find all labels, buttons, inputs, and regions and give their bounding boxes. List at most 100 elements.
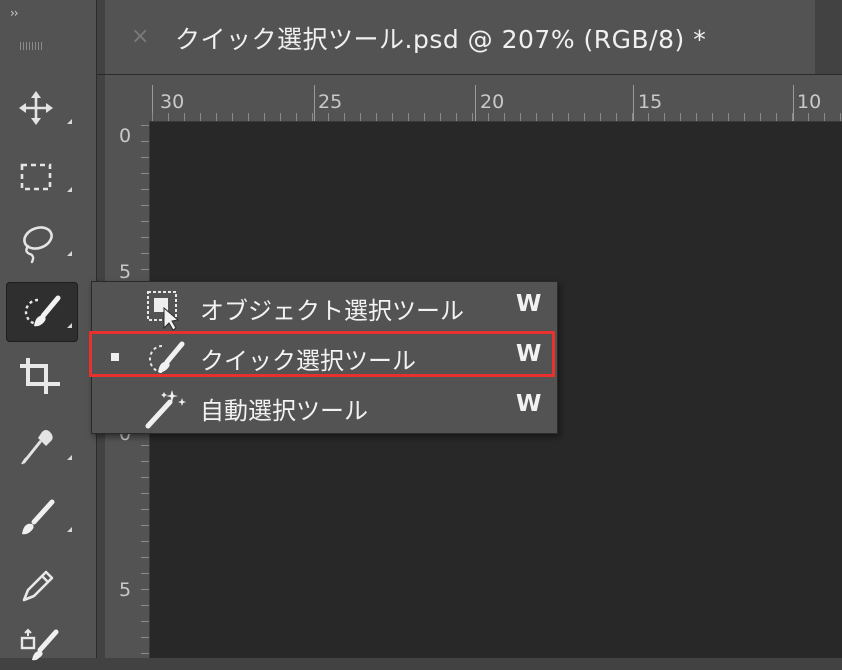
document-tab-bar: × クイック選択ツール.psd @ 207% (RGB/8) * <box>97 0 842 75</box>
selected-indicator <box>111 353 119 361</box>
ruler-major-tick <box>314 85 315 121</box>
ruler-minor-tick <box>141 445 149 446</box>
tools-panel: ›› <box>0 0 97 661</box>
ruler-minor-tick <box>744 113 745 121</box>
ruler-minor-tick <box>141 605 149 606</box>
ruler-minor-tick <box>141 509 149 510</box>
document-title: クイック選択ツール.psd @ 207% (RGB/8) * <box>175 25 707 54</box>
ruler-minor-tick <box>141 173 149 174</box>
lasso-icon <box>23 226 53 264</box>
shortcut-key: W <box>516 291 542 317</box>
ruler-minor-tick <box>141 205 149 206</box>
ruler-minor-tick <box>760 113 761 121</box>
ruler-minor-tick <box>552 113 553 121</box>
ruler-label: 25 <box>318 91 343 113</box>
quick-selection-icon <box>149 341 185 373</box>
ruler-minor-tick <box>792 113 793 121</box>
lasso-tool[interactable] <box>6 212 78 268</box>
ruler-minor-tick <box>141 237 149 238</box>
ruler-minor-tick <box>520 113 521 121</box>
ruler-label: 0 <box>119 125 132 147</box>
ruler-minor-tick <box>141 141 149 142</box>
more-tools-indicator <box>67 119 72 124</box>
collapse-panel-button[interactable]: ›› <box>10 6 19 20</box>
ruler-minor-tick <box>141 541 149 542</box>
menu-item-magic-wand[interactable]: 自動選択ツール W <box>92 382 557 432</box>
ruler-minor-tick <box>600 113 601 121</box>
history-brush-icon <box>20 628 59 661</box>
ruler-minor-tick <box>312 113 313 121</box>
menu-item-label: クイック選択ツール <box>200 347 416 375</box>
ruler-minor-tick <box>824 113 825 121</box>
ruler-major-tick <box>793 85 794 121</box>
ruler-minor-tick <box>328 113 329 121</box>
ruler-minor-tick <box>776 113 777 121</box>
ruler-minor-tick <box>472 113 473 121</box>
ruler-label: 30 <box>160 91 185 113</box>
ruler-origin[interactable] <box>105 75 149 121</box>
document-tab[interactable]: × クイック選択ツール.psd @ 207% (RGB/8) * <box>105 0 815 74</box>
ruler-minor-tick <box>616 113 617 121</box>
pencil-tool[interactable] <box>6 556 78 612</box>
ruler-minor-tick <box>536 113 537 121</box>
crop-icon <box>20 358 60 394</box>
menu-item-object-selection[interactable]: オブジェクト選択ツール W <box>92 282 557 332</box>
move-tool[interactable] <box>6 80 78 136</box>
ruler-minor-tick <box>141 157 149 158</box>
horizontal-ruler[interactable]: 30 25 20 15 10 <box>105 75 842 122</box>
ruler-minor-tick <box>488 113 489 121</box>
close-tab-button[interactable]: × <box>131 24 149 49</box>
ruler-minor-tick <box>248 113 249 121</box>
move-icon <box>19 91 53 125</box>
ruler-label: 20 <box>480 91 505 113</box>
ruler-minor-tick <box>648 113 649 121</box>
ruler-minor-tick <box>141 461 149 462</box>
ruler-minor-tick <box>141 557 149 558</box>
ruler-minor-tick <box>504 113 505 121</box>
menu-item-quick-selection[interactable]: クイック選択ツール W <box>92 332 557 382</box>
menu-item-label: オブジェクト選択ツール <box>200 297 464 325</box>
history-brush-tool[interactable] <box>6 614 78 670</box>
ruler-minor-tick <box>392 113 393 121</box>
shortcut-key: W <box>516 391 542 417</box>
ruler-minor-tick <box>200 113 201 121</box>
crop-tool[interactable] <box>6 346 78 402</box>
ruler-minor-tick <box>141 589 149 590</box>
ruler-minor-tick <box>664 113 665 121</box>
more-tools-indicator <box>67 527 72 532</box>
ruler-minor-tick <box>680 113 681 121</box>
eyedropper-tool[interactable] <box>6 416 78 472</box>
tool-flyout-menu: オブジェクト選択ツール W クイック選択ツール W 自動選択ツール W <box>91 281 558 434</box>
ruler-minor-tick <box>808 113 809 121</box>
magic-wand-icon <box>145 390 186 429</box>
quick-selection-icon <box>24 295 61 327</box>
menu-item-label: 自動選択ツール <box>200 397 368 425</box>
ruler-major-tick <box>475 85 476 121</box>
eyedropper-icon <box>21 430 53 465</box>
ruler-minor-tick <box>424 113 425 121</box>
brush-tool[interactable] <box>6 488 78 544</box>
ruler-minor-tick <box>141 253 149 254</box>
ruler-minor-tick <box>840 113 841 121</box>
ruler-minor-tick <box>440 113 441 121</box>
ruler-minor-tick <box>141 221 149 222</box>
ruler-minor-tick <box>360 113 361 121</box>
rectangular-marquee-icon <box>20 163 52 191</box>
ruler-minor-tick <box>152 113 153 121</box>
pencil-icon <box>22 570 54 602</box>
ruler-minor-tick <box>728 113 729 121</box>
ruler-minor-tick <box>568 113 569 121</box>
brush-icon <box>22 499 55 535</box>
ruler-minor-tick <box>141 125 149 126</box>
ruler-label: 5 <box>119 579 132 601</box>
ruler-minor-tick <box>264 113 265 121</box>
ruler-minor-tick <box>280 113 281 121</box>
ruler-minor-tick <box>296 113 297 121</box>
panel-grip[interactable] <box>20 42 44 50</box>
quick-selection-tool[interactable] <box>6 282 78 342</box>
ruler-label: 10 <box>797 91 822 113</box>
ruler-minor-tick <box>376 113 377 121</box>
ruler-minor-tick <box>141 189 149 190</box>
ruler-minor-tick <box>141 621 149 622</box>
marquee-tool[interactable] <box>6 148 78 204</box>
